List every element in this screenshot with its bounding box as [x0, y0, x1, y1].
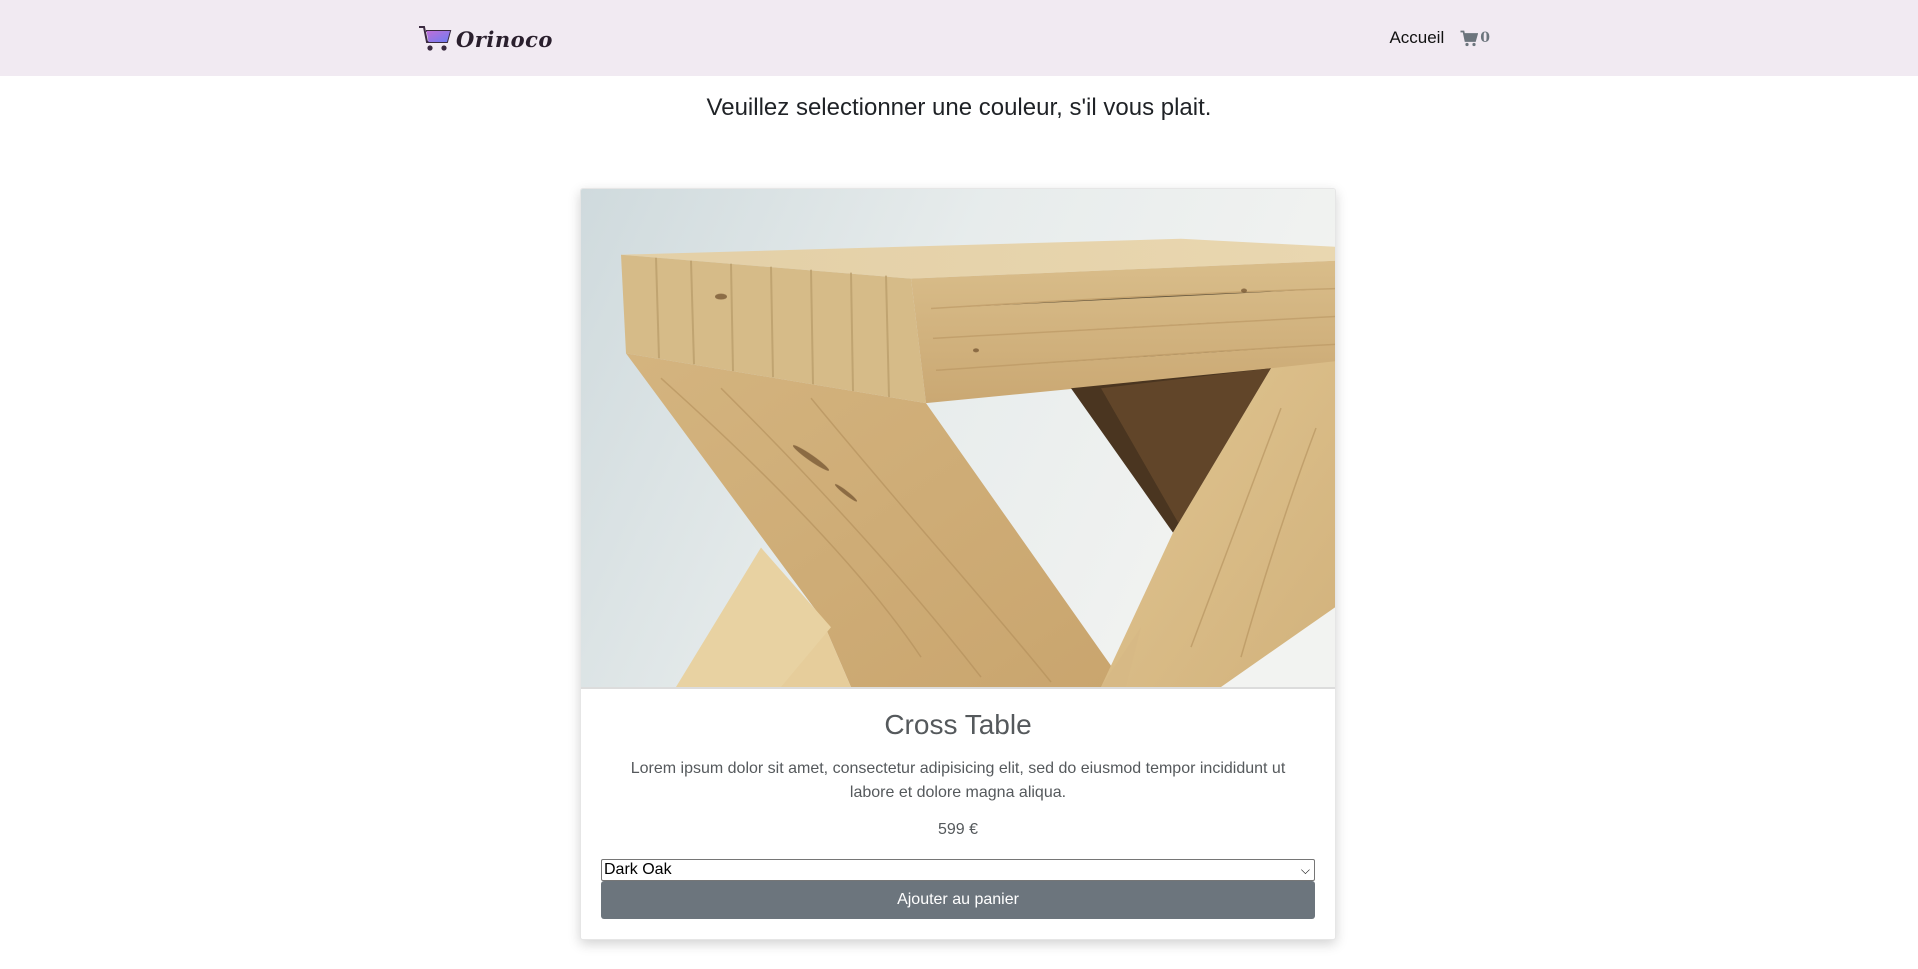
cart-link[interactable]: 0 — [1460, 30, 1490, 47]
cart-icon — [1460, 30, 1479, 46]
brand-logo-link[interactable]: Orinoco — [418, 22, 553, 56]
nav-link-home[interactable]: Accueil — [1389, 28, 1444, 48]
nav-links: Accueil 0 — [1389, 26, 1490, 50]
cart-count: 0 — [1480, 30, 1490, 46]
product-image — [581, 189, 1335, 689]
navbar: Orinoco Accueil 0 — [0, 0, 1918, 76]
product-price: 599 € — [937, 821, 979, 838]
product-description: Lorem ipsum dolor sit amet, consectetur … — [630, 760, 1286, 801]
brand-name: Orinoco — [456, 26, 553, 52]
page-message: Veuillez selectionner une couleur, s'il … — [706, 94, 1212, 121]
add-to-cart-button[interactable]: Ajouter au panier — [601, 881, 1315, 919]
product-name: Cross Table — [884, 709, 1032, 740]
chevron-down-icon: ⌵ — [1300, 862, 1310, 877]
color-select-value: Dark Oak — [604, 861, 672, 878]
shopping-cart-logo-icon — [419, 26, 452, 51]
product-card: Cross Table Lorem ipsum dolor sit amet, … — [580, 188, 1336, 940]
color-select[interactable]: Dark Oak ⌵ — [601, 859, 1315, 881]
